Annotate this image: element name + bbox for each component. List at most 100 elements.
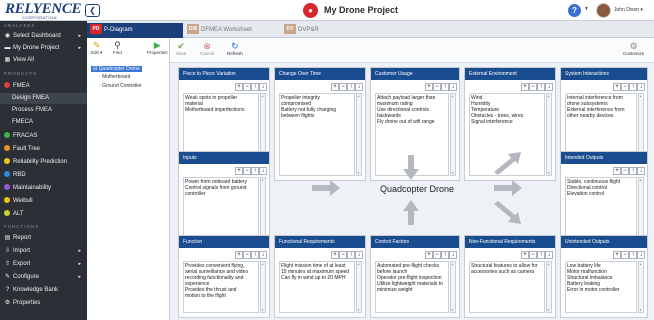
- sidebar-item-weibull[interactable]: Weibull: [0, 196, 87, 207]
- find-button[interactable]: ⚲ Find: [113, 40, 122, 55]
- sidebar-toggle-icon[interactable]: ❮: [85, 4, 100, 17]
- remove-icon[interactable]: −: [433, 83, 441, 91]
- move-up-icon[interactable]: ↑: [629, 167, 637, 175]
- remove-icon[interactable]: −: [621, 167, 629, 175]
- user-menu[interactable]: John Dixon ▾: [614, 7, 643, 13]
- box-scrollbar[interactable]: [546, 261, 552, 313]
- properties-button[interactable]: ▶ Properties: [147, 40, 168, 55]
- customize-button[interactable]: ⚙ Customize: [623, 41, 644, 56]
- add-icon[interactable]: +: [613, 83, 621, 91]
- add-icon[interactable]: +: [331, 83, 339, 91]
- add-icon[interactable]: +: [235, 83, 243, 91]
- box-list[interactable]: Automated pre-flight checks before launch…: [375, 261, 449, 313]
- tree-node-ground-controller[interactable]: · Ground Controller: [99, 83, 142, 89]
- sidebar-item-maintainability[interactable]: Maintainability: [0, 183, 87, 194]
- add-icon[interactable]: +: [521, 83, 529, 91]
- add-icon[interactable]: +: [425, 83, 433, 91]
- tab-dvpr[interactable]: DV DVP&R: [281, 23, 377, 38]
- move-up-icon[interactable]: ↑: [629, 251, 637, 259]
- add-icon[interactable]: +: [425, 251, 433, 259]
- move-down-icon[interactable]: ↓: [449, 251, 457, 259]
- move-down-icon[interactable]: ↓: [449, 83, 457, 91]
- move-up-icon[interactable]: ↑: [347, 251, 355, 259]
- add-icon[interactable]: +: [331, 251, 339, 259]
- sidebar-item-design-fmea[interactable]: Design FMEA: [0, 93, 87, 104]
- cancel-button[interactable]: ⊗ Cancel: [200, 41, 214, 56]
- sidebar-item-report[interactable]: ▤ Report: [0, 233, 87, 244]
- tab-p-diagram[interactable]: PD P-Diagram: [87, 23, 183, 38]
- box-scrollbar[interactable]: [260, 261, 266, 313]
- sidebar-item-configure[interactable]: ✎ Configure ▸: [0, 272, 87, 283]
- chevron-down-icon[interactable]: ▼: [584, 6, 589, 12]
- move-down-icon[interactable]: ↓: [545, 83, 553, 91]
- sidebar-item-fracas[interactable]: FRACAS: [0, 131, 87, 142]
- save-button[interactable]: ✔ Save: [176, 41, 186, 56]
- sidebar-item-rbd[interactable]: RBD: [0, 170, 87, 181]
- box-scrollbar[interactable]: [356, 261, 362, 313]
- sidebar-item-fmea[interactable]: FMEA: [0, 81, 87, 92]
- move-up-icon[interactable]: ↑: [251, 167, 259, 175]
- remove-icon[interactable]: −: [433, 251, 441, 259]
- move-up-icon[interactable]: ↑: [251, 83, 259, 91]
- box-list[interactable]: Propeller integrity compromised Battery no…: [279, 93, 355, 176]
- sidebar-item-properties[interactable]: ⚙ Properties: [0, 298, 87, 309]
- move-down-icon[interactable]: ↓: [259, 167, 267, 175]
- add-icon[interactable]: +: [613, 167, 621, 175]
- remove-icon[interactable]: −: [529, 83, 537, 91]
- add-icon[interactable]: +: [521, 251, 529, 259]
- move-down-icon[interactable]: ↓: [259, 83, 267, 91]
- box-scrollbar[interactable]: [356, 93, 362, 176]
- add-icon[interactable]: +: [235, 251, 243, 259]
- box-scrollbar[interactable]: [638, 261, 644, 313]
- sidebar-item-fault-tree[interactable]: Fault Tree: [0, 144, 87, 155]
- sidebar-item-alt[interactable]: ALT: [0, 209, 87, 220]
- remove-icon[interactable]: −: [243, 251, 251, 259]
- move-down-icon[interactable]: ↓: [637, 167, 645, 175]
- move-down-icon[interactable]: ↓: [637, 83, 645, 91]
- sidebar-item-view-all[interactable]: ▦ View All: [0, 55, 87, 66]
- box-list[interactable]: Low battery life Motor malfunction Structu…: [565, 261, 637, 313]
- refresh-button[interactable]: ↻ Refresh: [227, 41, 243, 56]
- remove-icon[interactable]: −: [243, 83, 251, 91]
- sidebar-item-my-drone-project[interactable]: ▬ My Drone Project ▸: [0, 43, 87, 54]
- help-icon[interactable]: ?: [568, 4, 581, 17]
- move-up-icon[interactable]: ↑: [441, 83, 449, 91]
- sidebar-item-export[interactable]: ⇧ Export ▸: [0, 259, 87, 270]
- add-icon[interactable]: +: [613, 251, 621, 259]
- sidebar-item-fmeca[interactable]: FMECA: [0, 117, 87, 128]
- remove-icon[interactable]: −: [621, 251, 629, 259]
- tree-node-motherboard[interactable]: · Motherboard: [99, 74, 130, 80]
- edit-button[interactable]: ✎ Edit ▾: [91, 40, 102, 56]
- remove-icon[interactable]: −: [339, 251, 347, 259]
- move-up-icon[interactable]: ↑: [441, 251, 449, 259]
- move-up-icon[interactable]: ↑: [251, 251, 259, 259]
- sidebar-item-process-fmea[interactable]: Process FMEA: [0, 105, 87, 116]
- move-down-icon[interactable]: ↓: [355, 251, 363, 259]
- move-down-icon[interactable]: ↓: [637, 251, 645, 259]
- box-list[interactable]: Flight mission time of at least 15 minute…: [279, 261, 355, 313]
- move-up-icon[interactable]: ↑: [629, 83, 637, 91]
- sidebar-item-import[interactable]: ⇩ Import ▸: [0, 246, 87, 257]
- move-up-icon[interactable]: ↑: [347, 83, 355, 91]
- box-scrollbar[interactable]: [450, 93, 456, 176]
- box-list[interactable]: Provides convenient flying, aerial survei…: [183, 261, 259, 313]
- box-scrollbar[interactable]: [546, 93, 552, 176]
- move-down-icon[interactable]: ↓: [545, 251, 553, 259]
- tree-node-quadcopter-drone[interactable]: ⊟ Quadcopter Drone: [91, 66, 142, 72]
- tab-dfmea-worksheet[interactable]: DW DFMEA Worksheet: [184, 23, 280, 38]
- move-down-icon[interactable]: ↓: [355, 83, 363, 91]
- remove-icon[interactable]: −: [529, 251, 537, 259]
- remove-icon[interactable]: −: [243, 167, 251, 175]
- add-icon[interactable]: +: [235, 167, 243, 175]
- avatar[interactable]: [596, 3, 611, 18]
- remove-icon[interactable]: −: [621, 83, 629, 91]
- box-list[interactable]: Structural features to allow for accessor…: [469, 261, 545, 313]
- sidebar-item-select-dashboard[interactable]: ◉ Select Dashboard ▸: [0, 31, 87, 42]
- box-scrollbar[interactable]: [450, 261, 456, 313]
- sidebar-item-reliability-prediction[interactable]: Reliability Prediction: [0, 157, 87, 168]
- move-up-icon[interactable]: ↑: [537, 83, 545, 91]
- move-down-icon[interactable]: ↓: [259, 251, 267, 259]
- move-up-icon[interactable]: ↑: [537, 251, 545, 259]
- sidebar-item-knowledge-bank[interactable]: ? Knowledge Bank: [0, 285, 87, 296]
- remove-icon[interactable]: −: [339, 83, 347, 91]
